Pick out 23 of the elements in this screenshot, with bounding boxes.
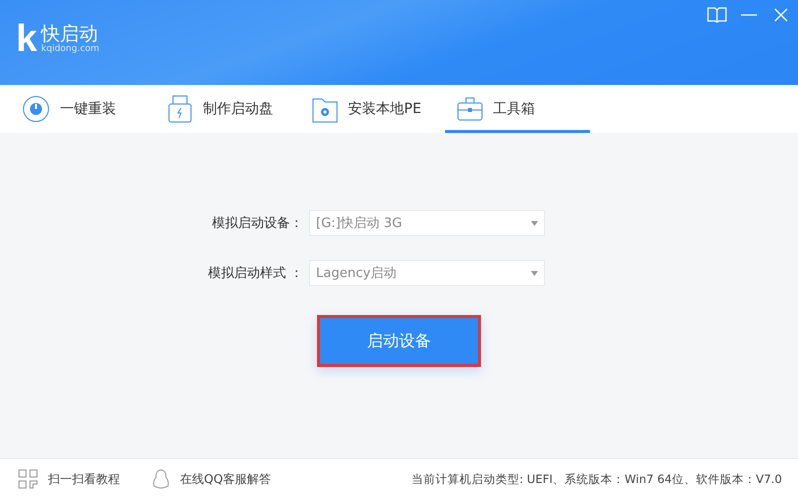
tab[interactable]: 安装本地PE (300, 85, 445, 133)
status-text: 当前计算机启动类型: UEFI、系统版本：Win7 64位、软件版本：V7.0 (411, 472, 782, 486)
power-icon (22, 95, 50, 123)
minus-icon (740, 14, 758, 16)
footer-link[interactable]: 在线QQ客服解答 (152, 469, 271, 489)
caret-icon (531, 270, 538, 276)
field-label: 模拟启动样式 ： (206, 265, 303, 282)
footer-link[interactable]: 扫一扫看教程 (18, 469, 120, 489)
logo-domain: kqidong.com (41, 44, 100, 54)
tab[interactable]: 工具箱 (445, 85, 590, 133)
logo-name: 快启动 (41, 24, 100, 44)
dropdown[interactable]: [G:]快启动 3G (309, 210, 545, 236)
tab[interactable]: 制作启动盘 (155, 85, 300, 133)
tab[interactable]: 一键重装 (10, 85, 155, 133)
usb-drive-icon (167, 95, 193, 123)
toolbox-icon (457, 96, 483, 122)
dropdown[interactable]: Lagency启动 (309, 260, 545, 286)
penguin-icon (152, 469, 170, 489)
field-label: 模拟启动设备： (211, 215, 303, 232)
logo-letter: k (16, 20, 38, 58)
qr-code-icon (18, 469, 38, 489)
close-icon (773, 7, 789, 23)
caret-icon (531, 220, 538, 226)
